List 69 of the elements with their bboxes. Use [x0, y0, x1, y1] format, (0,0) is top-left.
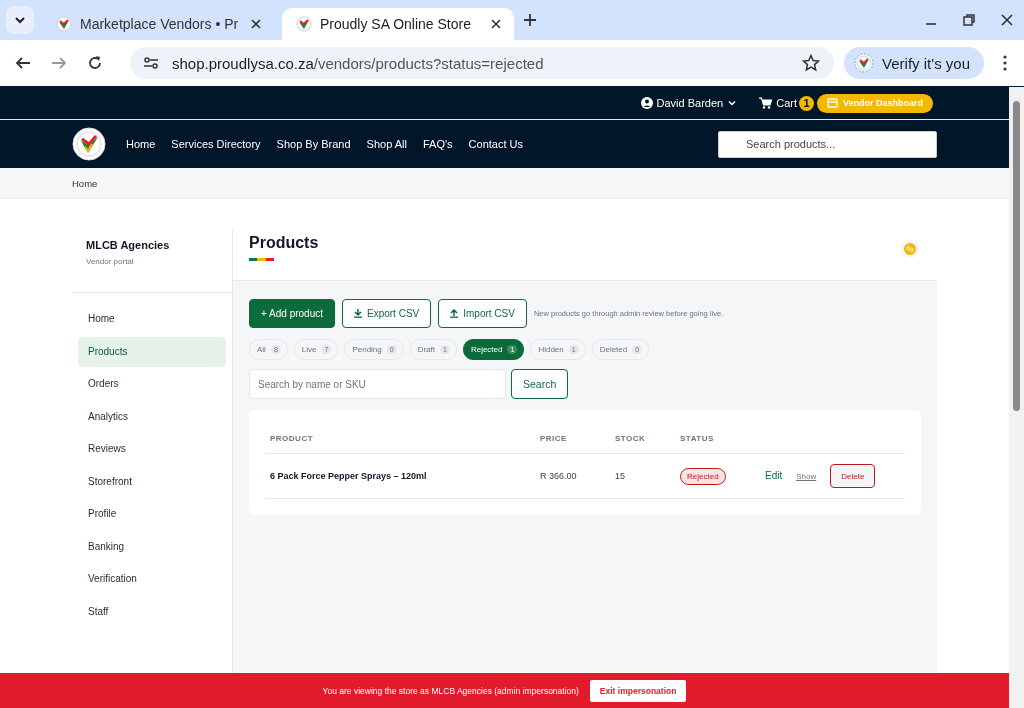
cart-icon: [759, 97, 773, 109]
product-name: 6 Pack Force Pepper Sprays – 120ml: [265, 453, 535, 499]
sidebar-item[interactable]: Products: [78, 336, 226, 367]
delete-button[interactable]: Delete: [830, 464, 876, 488]
banner-text: You are viewing the store as MLCB Agencies (admin impersonation): [322, 685, 579, 696]
price-cell: R 366.00: [535, 453, 610, 499]
tab-list-icon[interactable]: [6, 6, 34, 34]
column-header: STATUS: [675, 424, 760, 454]
restore-icon[interactable]: [962, 13, 976, 27]
add-product-button[interactable]: + Add product: [249, 299, 335, 328]
chevron-down-icon: [727, 98, 738, 108]
sidebar-item[interactable]: Verification: [78, 564, 226, 594]
edit-link[interactable]: Edit: [765, 469, 783, 481]
url-text: shop.proudlysa.co.za/vendors/products?status=rejected: [172, 54, 544, 72]
sidebar-item[interactable]: Analytics: [78, 401, 226, 432]
export-button[interactable]: Export CSV: [342, 299, 432, 328]
nav-link[interactable]: Shop All: [366, 138, 407, 150]
page-title: Products: [249, 234, 319, 252]
breadcrumb-link[interactable]: Home: [72, 177, 98, 189]
nav-link[interactable]: Contact Us: [468, 138, 523, 150]
browser-tab[interactable]: Marketplace Vendors • Pr: [42, 8, 274, 40]
nav-link[interactable]: FAQ's: [422, 138, 453, 150]
exit-impersonation-button[interactable]: Exit impersonation: [589, 679, 687, 702]
sidebar-item[interactable]: Profile: [78, 499, 226, 529]
sidebar-item[interactable]: Reviews: [78, 434, 226, 464]
sidebar-item[interactable]: Home: [78, 304, 226, 334]
bookmark-star-icon[interactable]: [802, 54, 821, 72]
browser-tab[interactable]: Proudly SA Online Store: [282, 8, 514, 40]
cart-link[interactable]: Cart: [759, 97, 797, 109]
scrollbar[interactable]: [1009, 87, 1024, 708]
menu-icon[interactable]: [1002, 54, 1008, 72]
close-icon[interactable]: [1000, 13, 1014, 27]
address-bar[interactable]: shop.proudlysa.co.za/vendors/products?status=rejected: [130, 47, 835, 79]
search-field[interactable]: Search by name or SKU: [249, 369, 506, 399]
user-menu[interactable]: David Barden: [640, 97, 738, 109]
search-button[interactable]: Search: [511, 369, 569, 399]
tab-title: Marketplace Vendors • Pr: [80, 16, 240, 32]
vendor-subtitle: Vendor portal: [86, 257, 135, 266]
favicon-icon: [296, 16, 312, 32]
sidebar-item[interactable]: Storefront: [78, 466, 226, 497]
nav-link[interactable]: Home: [126, 138, 156, 150]
download-icon: [354, 309, 362, 318]
new-tab-icon[interactable]: [522, 12, 538, 28]
profile-button[interactable]: Verify it's you: [844, 47, 984, 79]
nav-link[interactable]: Shop By Brand: [276, 138, 351, 150]
logo-icon[interactable]: [72, 127, 106, 161]
site-settings-icon: [142, 54, 160, 72]
column-header: PRODUCT: [265, 424, 535, 454]
sidebar-item[interactable]: Staff: [78, 596, 226, 627]
favicon-icon: [56, 16, 72, 32]
upload-icon: [450, 309, 459, 318]
nav-link[interactable]: Services Directory: [171, 138, 261, 150]
reload-icon[interactable]: [86, 54, 104, 72]
stock-cell: 15: [610, 453, 675, 499]
tab-title: Proudly SA Online Store: [320, 16, 472, 32]
vendor-name: MLCB Agencies: [86, 239, 171, 251]
show-link[interactable]: Show: [796, 471, 817, 481]
search-field[interactable]: Search products...: [718, 130, 937, 158]
avatar-icon: [854, 53, 875, 73]
status-badge: Rejected: [680, 467, 726, 485]
cart-count-badge: 1: [799, 95, 814, 111]
column-header: STOCK: [610, 424, 675, 454]
column-header: PRICE: [535, 424, 610, 454]
user-icon: [640, 97, 653, 109]
import-button[interactable]: Import CSV: [438, 299, 527, 328]
store-icon: [827, 98, 838, 108]
sidebar-item[interactable]: Orders: [78, 369, 226, 399]
accent-bar-icon: [249, 258, 274, 261]
sidebar-item[interactable]: Banking: [78, 531, 226, 562]
